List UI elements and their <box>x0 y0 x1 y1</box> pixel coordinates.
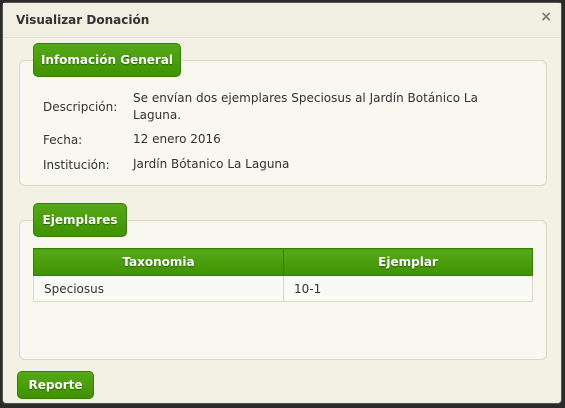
specimens-table: Taxonomia Ejemplar Speciosus 10-1 <box>33 248 533 302</box>
view-donation-dialog: Visualizar Donación × Infomación General… <box>2 2 562 404</box>
date-label: Fecha: <box>43 133 83 147</box>
cell-taxonomy: Speciosus <box>33 275 284 302</box>
report-button[interactable]: Reporte <box>17 371 94 399</box>
dialog-titlebar: Visualizar Donación × <box>3 3 561 38</box>
institution-value: Jardín Bótanico La Laguna <box>133 157 290 171</box>
description-label: Descripción: <box>43 100 118 114</box>
institution-label: Institución: <box>43 158 110 172</box>
close-icon[interactable]: × <box>540 9 552 25</box>
column-header-specimen[interactable]: Ejemplar <box>283 248 533 276</box>
description-value: Se envían dos ejemplares Speciosus al Ja… <box>133 91 478 122</box>
dialog-title: Visualizar Donación <box>16 13 150 27</box>
cell-specimen: 10-1 <box>283 275 533 302</box>
specimens-legend: Ejemplares <box>33 203 127 237</box>
date-value: 12 enero 2016 <box>133 132 221 146</box>
table-header-row: Taxonomia Ejemplar <box>33 248 533 276</box>
table-row[interactable]: Speciosus 10-1 <box>33 275 533 302</box>
column-header-taxonomy[interactable]: Taxonomia <box>33 248 284 276</box>
general-info-legend: Infomación General <box>33 43 181 77</box>
